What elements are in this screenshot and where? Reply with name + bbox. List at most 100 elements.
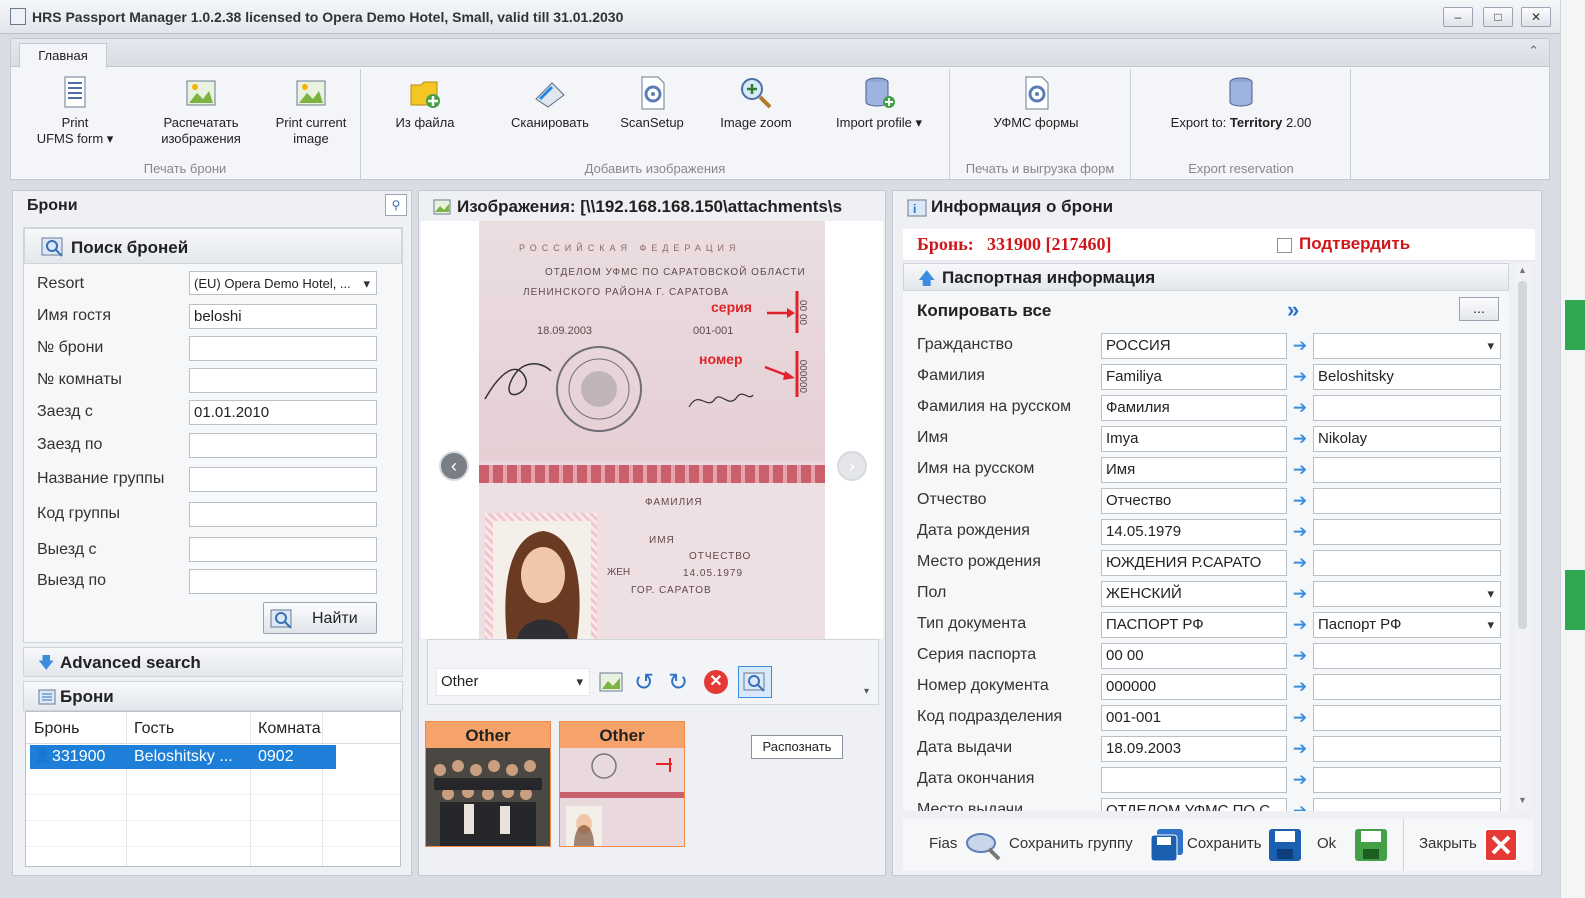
copy-arrow-icon[interactable]: ➔ xyxy=(1289,428,1311,450)
copy-arrow-icon[interactable]: ➔ xyxy=(1289,335,1311,357)
copy-arrow-icon[interactable]: ➔ xyxy=(1289,583,1311,605)
table-row[interactable]: 👤 331900 Beloshitsky ... 0902 xyxy=(30,745,336,769)
copy-all-icon[interactable]: » xyxy=(1287,297,1299,323)
picture-icon[interactable] xyxy=(598,670,624,694)
thumbnail-1[interactable]: Other xyxy=(425,721,551,847)
passport-source-field[interactable]: Фамилия xyxy=(1101,395,1287,421)
copy-arrow-icon[interactable]: ➔ xyxy=(1289,552,1311,574)
copy-arrow-icon[interactable]: ➔ xyxy=(1289,397,1311,419)
departure-to-input[interactable] xyxy=(189,569,377,594)
passport-target-field[interactable] xyxy=(1313,395,1501,421)
thumbnail-2[interactable]: Other xyxy=(559,721,685,847)
delete-image-icon[interactable]: ✕ xyxy=(704,670,728,694)
passport-target-field[interactable] xyxy=(1313,705,1501,731)
passport-target-field[interactable]: Nikolay xyxy=(1313,426,1501,452)
recognize-button[interactable]: Распознать xyxy=(751,735,843,759)
booking-number-input[interactable] xyxy=(189,336,377,361)
copy-arrow-icon[interactable]: ➔ xyxy=(1289,800,1311,811)
passport-source-field[interactable]: ОТДЕЛОМ УФМС ПО С xyxy=(1101,798,1287,811)
copy-arrow-icon[interactable]: ➔ xyxy=(1289,707,1311,729)
passport-target-field[interactable] xyxy=(1313,736,1501,762)
passport-source-field[interactable]: 00 00 xyxy=(1101,643,1287,669)
copy-arrow-icon[interactable]: ➔ xyxy=(1289,614,1311,636)
passport-target-field[interactable] xyxy=(1313,767,1501,793)
copy-arrow-icon[interactable]: ➔ xyxy=(1289,459,1311,481)
print-current-image-button[interactable]: Print current image xyxy=(261,71,361,157)
group-name-input[interactable] xyxy=(189,467,377,492)
passport-source-field[interactable]: ПАСПОРТ РФ xyxy=(1101,612,1287,638)
passport-target-field[interactable] xyxy=(1313,519,1501,545)
passport-source-field[interactable]: 18.09.2003 xyxy=(1101,736,1287,762)
passport-source-field[interactable]: Familiya xyxy=(1101,364,1287,390)
column-header-guest[interactable]: Гость xyxy=(134,720,174,738)
passport-source-field[interactable]: Imya xyxy=(1101,426,1287,452)
toolbar-overflow-icon[interactable]: ▾ xyxy=(864,686,869,697)
passport-target-field[interactable] xyxy=(1313,643,1501,669)
departure-from-input[interactable] xyxy=(189,537,377,562)
more-button[interactable]: ... xyxy=(1459,297,1499,321)
passport-source-field[interactable]: ЖЕНСКИЙ xyxy=(1101,581,1287,607)
passport-source-field[interactable]: Имя xyxy=(1101,457,1287,483)
column-header-booking[interactable]: Бронь xyxy=(34,720,79,738)
scroll-down-icon[interactable]: ▼ xyxy=(1518,795,1527,805)
scan-button[interactable]: Сканировать xyxy=(501,71,599,157)
passport-section-header[interactable]: 🡅 Паспортная информация xyxy=(903,263,1509,291)
advanced-search-header[interactable]: 🡇 Advanced search xyxy=(23,647,403,677)
scrollbar-thumb[interactable] xyxy=(1518,281,1527,629)
arrival-from-input[interactable]: 01.01.2010 xyxy=(189,400,377,425)
passport-target-field[interactable] xyxy=(1313,674,1501,700)
guest-name-input[interactable]: beloshi xyxy=(189,304,377,329)
passport-target-select[interactable] xyxy=(1313,581,1501,607)
column-header-room[interactable]: Комната xyxy=(258,720,321,738)
previous-image-button[interactable]: ‹ xyxy=(439,451,469,481)
copy-arrow-icon[interactable]: ➔ xyxy=(1289,645,1311,667)
group-code-input[interactable] xyxy=(189,502,377,527)
passport-source-field[interactable] xyxy=(1101,767,1287,793)
copy-arrow-icon[interactable]: ➔ xyxy=(1289,521,1311,543)
rotate-left-icon[interactable]: ↺ xyxy=(634,668,654,697)
rotate-right-icon[interactable]: ↻ xyxy=(668,668,688,697)
import-profile-button[interactable]: Import profile ▾ xyxy=(819,71,939,157)
print-ufms-form-button[interactable]: Print UFMS form ▾ xyxy=(25,71,125,157)
collapse-ribbon-icon[interactable]: ⌃ xyxy=(1528,43,1539,59)
passport-target-field[interactable] xyxy=(1313,550,1501,576)
zoom-toggle-button[interactable] xyxy=(738,666,772,698)
passport-target-field[interactable] xyxy=(1313,798,1501,811)
copy-arrow-icon[interactable]: ➔ xyxy=(1289,490,1311,512)
ufms-forms-button[interactable]: УФМС формы xyxy=(981,71,1091,157)
image-zoom-button[interactable]: Image zoom xyxy=(711,71,801,157)
passport-source-field[interactable]: ЮЖДЕНИЯ Р.САРАТО xyxy=(1101,550,1287,576)
tab-home[interactable]: Главная xyxy=(19,43,107,68)
room-number-input[interactable] xyxy=(189,368,377,393)
minimize-button[interactable]: – xyxy=(1443,7,1473,27)
copy-arrow-icon[interactable]: ➔ xyxy=(1289,769,1311,791)
passport-source-field[interactable]: 14.05.1979 xyxy=(1101,519,1287,545)
copy-arrow-icon[interactable]: ➔ xyxy=(1289,738,1311,760)
find-button[interactable]: Найти xyxy=(263,602,377,634)
resort-select[interactable]: (EU) Opera Demo Hotel, ... xyxy=(189,271,377,295)
confirm-checkbox[interactable] xyxy=(1277,238,1292,253)
passport-target-field[interactable] xyxy=(1313,457,1501,483)
next-image-button[interactable]: › xyxy=(837,451,867,481)
passport-source-field[interactable]: 000000 xyxy=(1101,674,1287,700)
image-type-select[interactable]: Other xyxy=(436,668,590,696)
close-window-button[interactable]: ✕ xyxy=(1521,7,1551,27)
passport-target-field[interactable] xyxy=(1313,488,1501,514)
copy-arrow-icon[interactable]: ➔ xyxy=(1289,366,1311,388)
print-images-button[interactable]: Распечатать изображения xyxy=(151,71,251,157)
scrollbar[interactable]: ▲ ▼ xyxy=(1515,263,1531,811)
passport-target-select[interactable]: Паспорт РФ xyxy=(1313,612,1501,638)
maximize-button[interactable]: □ xyxy=(1483,7,1513,27)
scan-setup-button[interactable]: ScanSetup xyxy=(609,71,695,157)
scroll-up-icon[interactable]: ▲ xyxy=(1518,265,1527,275)
export-territory-button[interactable]: Export to: Territory 2.00 xyxy=(1141,71,1341,157)
passport-source-field[interactable]: Отчество xyxy=(1101,488,1287,514)
pin-icon[interactable]: ⚲ xyxy=(385,194,407,216)
passport-target-select[interactable] xyxy=(1313,333,1501,359)
passport-target-field[interactable]: Beloshitsky xyxy=(1313,364,1501,390)
from-file-button[interactable]: Из файла xyxy=(379,71,471,157)
copy-arrow-icon[interactable]: ➔ xyxy=(1289,676,1311,698)
passport-source-field[interactable]: 001-001 xyxy=(1101,705,1287,731)
passport-source-field[interactable]: РОССИЯ xyxy=(1101,333,1287,359)
arrival-to-input[interactable] xyxy=(189,433,377,458)
